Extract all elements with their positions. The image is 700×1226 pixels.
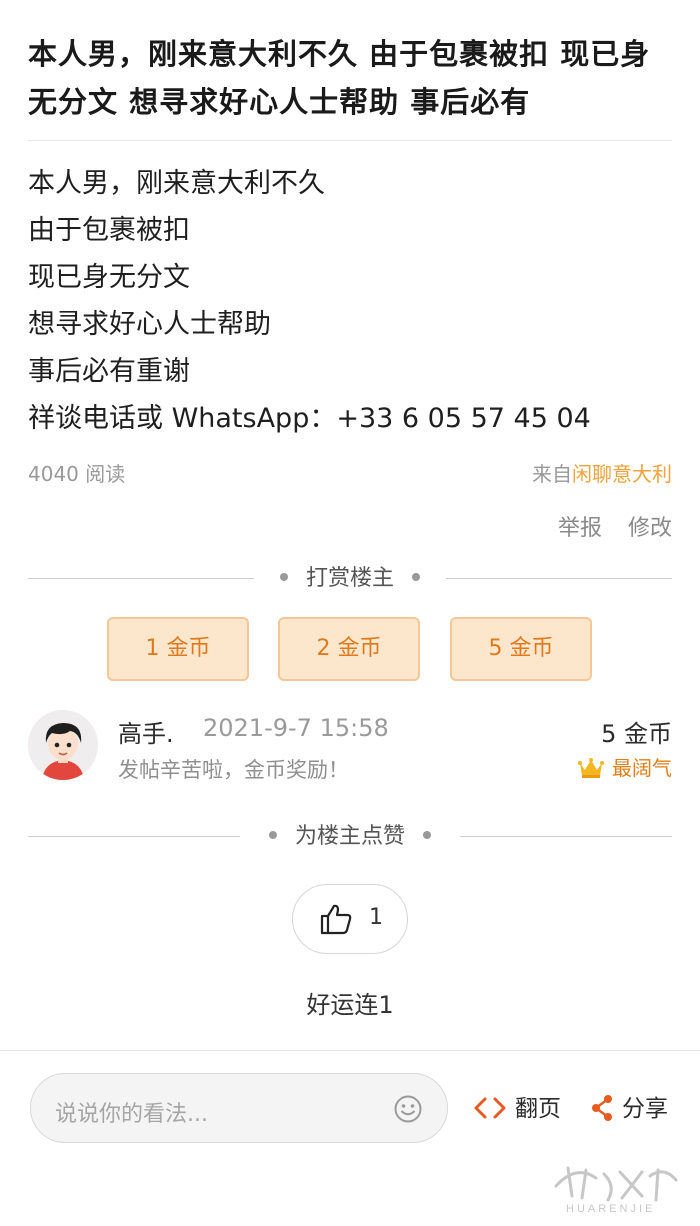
source-prefix: 来自 — [532, 462, 572, 486]
body-line: 由于包裹被扣 — [28, 215, 190, 246]
crown-icon — [578, 757, 604, 778]
thumbs-up-icon — [320, 904, 352, 935]
bottom-bar-divider — [0, 1050, 700, 1051]
liker-name[interactable]: 好运连1 — [0, 985, 700, 1020]
avatar-illustration — [28, 710, 98, 780]
body-line: 本人男，刚来意大利不久 — [28, 168, 325, 199]
post-title: 本人男，刚来意大利不久 由于包裹被扣 现已身无分文 想寻求好心人士帮助 事后必有 — [28, 37, 651, 119]
page-turn-button[interactable]: 翻页 — [473, 1093, 561, 1125]
like-section-label: 为楼主点赞 — [294, 824, 405, 849]
like-section-divider: 为楼主点赞 — [28, 822, 672, 852]
post-actions: 举报 修改 — [532, 510, 672, 542]
body-line: 现已身无分文 — [28, 262, 190, 293]
body-line: 事后必有重谢 — [28, 356, 190, 387]
tip-1-coin-button[interactable]: 1 金币 — [107, 617, 249, 681]
dot — [423, 831, 431, 839]
watermark-logo: HUARENJIE — [554, 1166, 678, 1215]
forum-link[interactable]: 闲聊意大利 — [572, 462, 672, 486]
svg-text:HUARENJIE: HUARENJIE — [566, 1203, 655, 1215]
dot — [279, 573, 288, 581]
dot — [268, 831, 277, 839]
tip-5-coin-button[interactable]: 5 金币 — [450, 617, 592, 681]
reward-record: 高手. 2021-9-7 15:58 发帖辛苦啦，金币奖励！ 5 金币 最阔气 — [28, 710, 672, 784]
reward-timestamp: 2021-9-7 15:58 — [203, 714, 389, 742]
post-meta: 4040 阅读 来自闲聊意大利 — [28, 458, 672, 490]
share-label: 分享 — [622, 1096, 668, 1122]
title-divider — [28, 140, 672, 141]
report-button[interactable]: 举报 — [558, 516, 602, 541]
body-line: 祥谈电话或 WhatsApp：+33 6 05 57 45 04 — [28, 403, 591, 434]
avatar[interactable] — [28, 710, 98, 780]
reward-message: 发帖辛苦啦，金币奖励！ — [118, 758, 349, 782]
reward-badge: 最阔气 — [578, 752, 672, 781]
comment-placeholder: 说说你的看法... — [55, 1102, 208, 1127]
tip-section-divider: 打赏楼主 — [28, 564, 672, 594]
comment-input[interactable]: 说说你的看法... — [30, 1073, 448, 1143]
tip-section-header: 打赏楼主 — [28, 564, 672, 594]
share-button[interactable]: 分享 — [590, 1093, 668, 1125]
share-icon — [592, 1094, 612, 1121]
like-count: 1 — [369, 905, 383, 930]
code-arrows-icon — [474, 1097, 506, 1118]
reward-username[interactable]: 高手. — [118, 714, 174, 749]
like-button[interactable]: 1 — [292, 884, 408, 954]
body-line: 想寻求好心人士帮助 — [28, 309, 271, 340]
reward-badge-label: 最阔气 — [612, 756, 672, 780]
post-source: 来自闲聊意大利 — [532, 458, 672, 487]
tip-2-coin-button[interactable]: 2 金币 — [278, 617, 420, 681]
tip-options: 1 金币 2 金币 5 金币 — [107, 617, 597, 681]
page-turn-label: 翻页 — [515, 1096, 561, 1122]
dot — [412, 573, 420, 581]
edit-button[interactable]: 修改 — [628, 516, 672, 541]
post-body: 本人男，刚来意大利不久 由于包裹被扣 现已身无分文 想寻求好心人士帮助 事后必有… — [28, 160, 678, 442]
emoji-icon[interactable] — [393, 1094, 423, 1124]
reward-amount: 5 金币 — [601, 720, 672, 748]
tip-section-label: 打赏楼主 — [305, 566, 394, 591]
like-section-header: 为楼主点赞 — [28, 822, 672, 852]
read-count: 4040 阅读 — [28, 462, 126, 486]
